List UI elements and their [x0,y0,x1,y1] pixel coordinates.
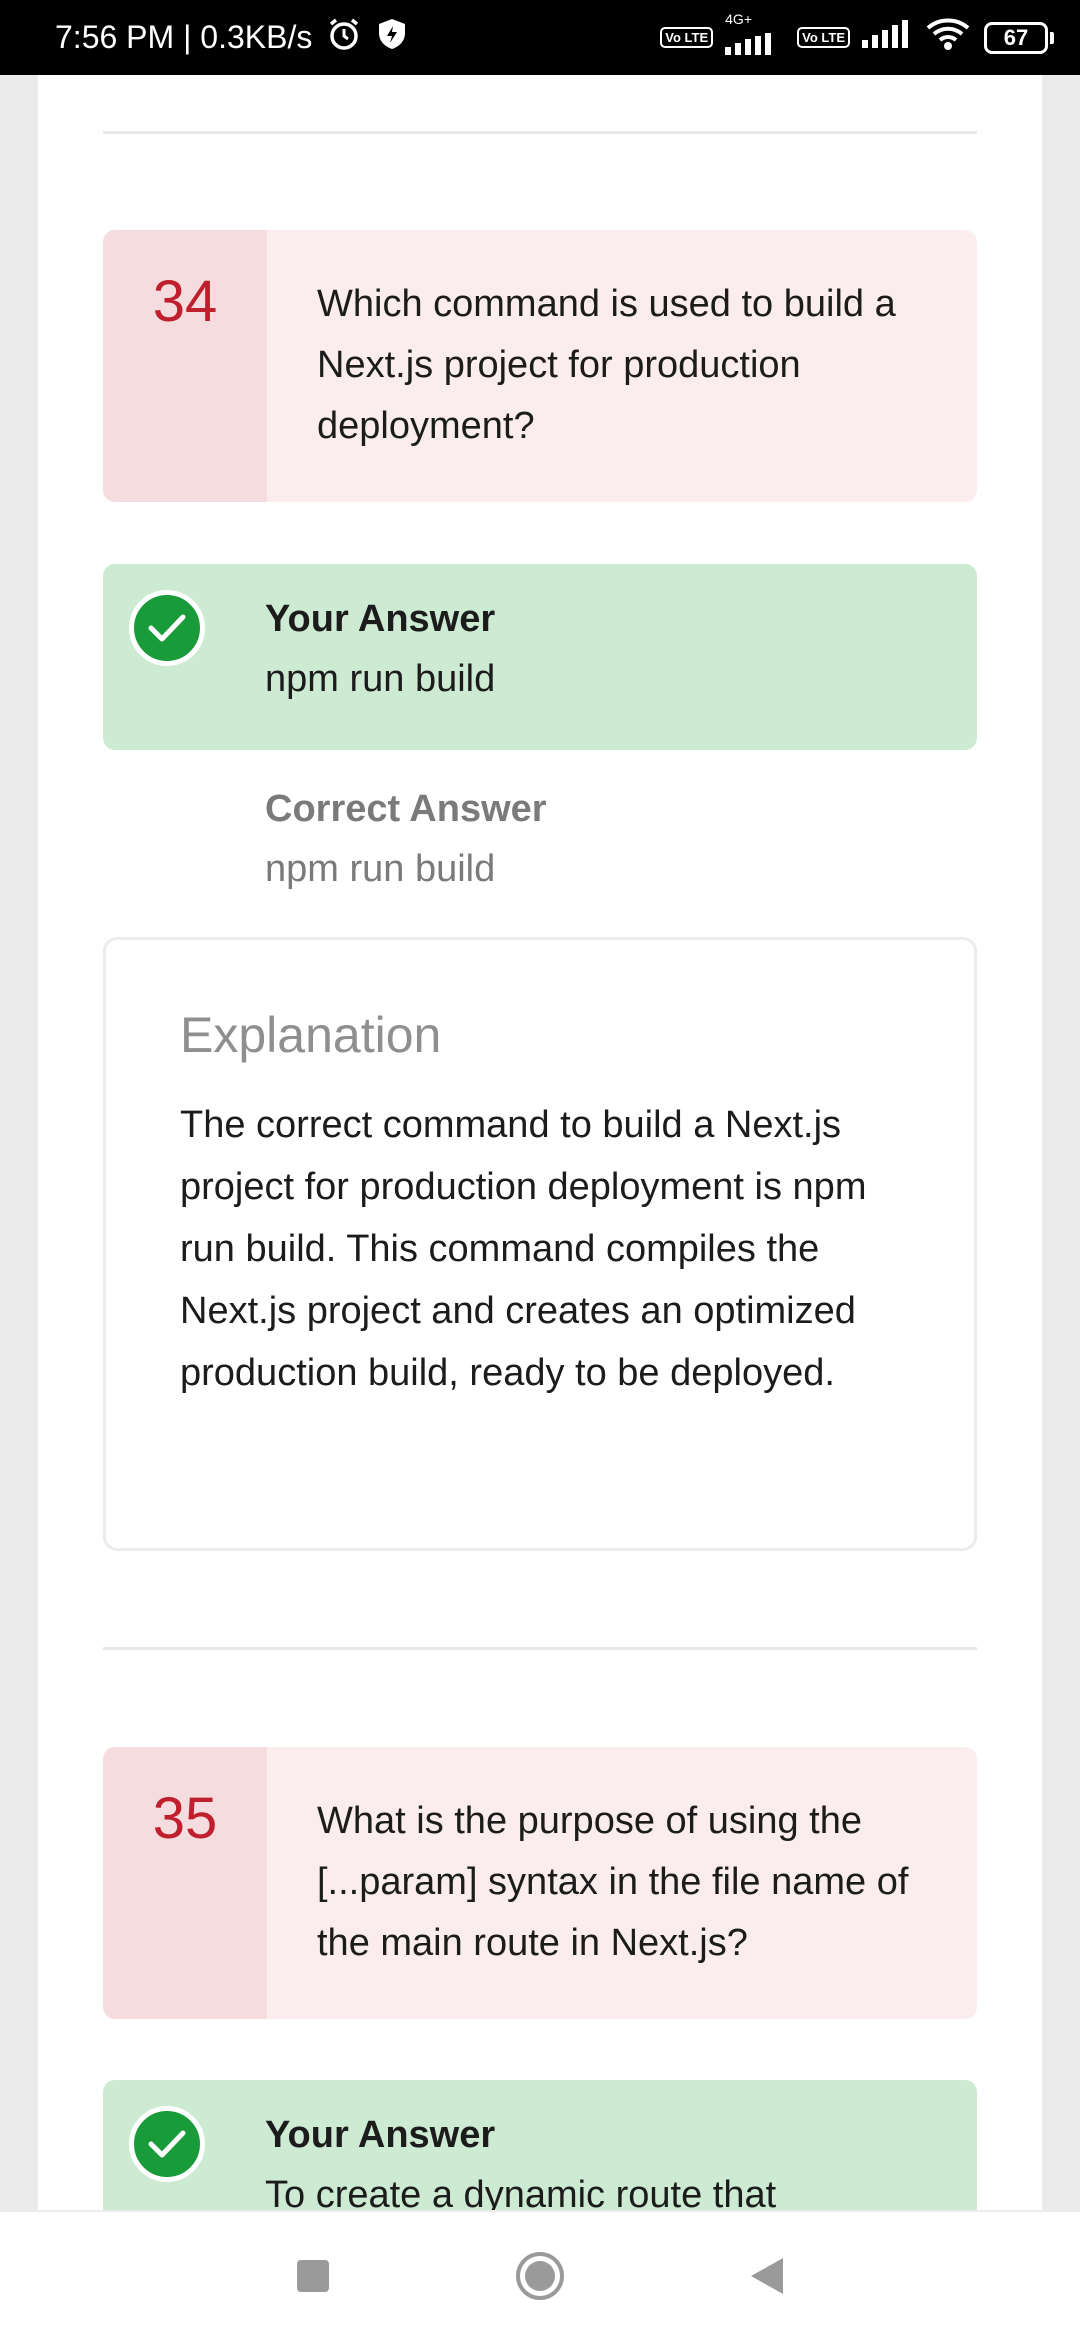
explanation-title: Explanation [180,1007,442,1063]
navigation-bar [0,2210,1080,2340]
recents-button[interactable] [273,2236,353,2316]
status-bar: 7:56 PM | 0.3KB/s Vo LTE 4G+ Vo LTE 67 [0,0,1080,75]
volte-badge-1: Vo LTE [660,27,714,48]
correct-answer-label: Correct Answer [265,788,547,830]
volte-badge-2: Vo LTE [797,27,850,48]
your-answer-box: Your Answer npm run build [103,564,977,750]
signal-icon-2 [862,19,912,56]
question-text: What is the purpose of using the [...par… [317,1800,909,1964]
quiz-results-page: 34 Which command is used to build a Next… [38,75,1042,2210]
wifi-icon [924,16,972,60]
question-number: 34 [103,230,267,502]
check-icon [129,590,205,666]
your-answer-value: npm run build [265,658,496,700]
network-type-label: 4G+ [725,11,752,27]
home-button[interactable] [500,2236,580,2316]
correct-answer-value: npm run build [265,848,496,890]
explanation-card: Explanation The correct command to build… [103,937,977,1551]
question-card: 35 What is the purpose of using the [...… [103,1747,977,2019]
status-time: 7:56 PM | 0.3KB/s [55,19,313,55]
divider [103,131,977,134]
question-card: 34 Which command is used to build a Next… [103,230,977,502]
explanation-text: The correct command to build a Next.js p… [180,1104,867,1394]
question-number: 35 [103,1747,267,2019]
question-text: Which command is used to build a Next.js… [317,283,896,447]
check-icon [129,2106,205,2182]
back-button[interactable] [727,2236,807,2316]
your-answer-label: Your Answer [265,2114,496,2156]
alarm-icon [326,16,362,60]
battery-level: 67 [984,21,1048,54]
your-answer-box: Your Answer To create a dynamic route th… [103,2080,977,2210]
divider [103,1647,977,1650]
signal-icon-1 [725,26,785,63]
battery-icon: 67 [984,21,1054,54]
your-answer-value: To create a dynamic route that [265,2174,777,2210]
shield-icon [376,17,408,59]
your-answer-label: Your Answer [265,598,496,640]
